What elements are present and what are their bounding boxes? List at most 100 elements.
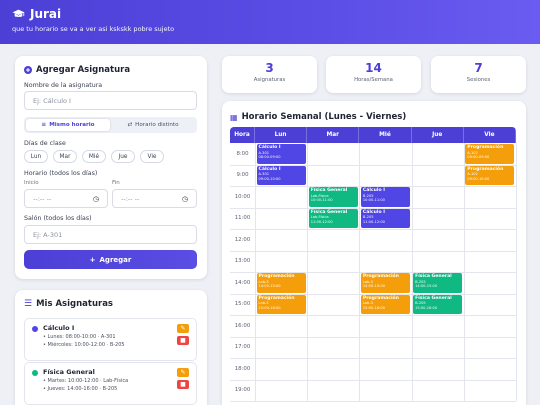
delete-button[interactable]: ■ — [177, 336, 189, 345]
subject-name: Cálculo I — [43, 324, 75, 332]
schedule-title: ▦ Horario Semanal (Lunes - Viernes) — [230, 112, 407, 122]
event-time: 11:00-12:00 — [362, 219, 385, 224]
plus-icon: + — [89, 255, 96, 264]
event-time: 15:00-16:00 — [415, 305, 438, 310]
subject-item: Cálculo I • Lunes: 08:00-10:00 · A-301 •… — [24, 318, 197, 361]
stat-label: Horas/Semana — [354, 77, 393, 83]
event-time: 15:00-16:00 — [362, 305, 385, 310]
trash-icon: ■ — [180, 337, 186, 344]
event-time: 10:00-11:00 — [362, 198, 385, 203]
hour-label: 16:00 — [234, 322, 251, 329]
app-header: Jurai que tu horario se va a ver asi ksk… — [0, 0, 540, 44]
hour-label: 19:00 — [234, 387, 251, 394]
hour-label: 17:00 — [234, 344, 251, 351]
event-time: 09:00-10:00 — [258, 176, 281, 181]
start-label: Inicio — [24, 180, 39, 186]
end-time-input[interactable]: --:-- -- ◷ — [112, 189, 197, 208]
same-schedule-tab[interactable]: ≡ Mismo horario — [26, 119, 110, 131]
schedule-event[interactable]: Cálculo I B-205 11:00-12:00 — [360, 208, 411, 228]
schedule-event[interactable]: Programación Lab-3 14:00-15:00 — [360, 273, 411, 293]
room-label: Salón (todos los días) — [24, 215, 92, 222]
clock-icon: ◷ — [92, 194, 99, 203]
subject-item: Física General • Martes: 10:00-12:00 · L… — [24, 362, 197, 405]
pencil-icon: ✎ — [180, 325, 186, 332]
schedule-event[interactable]: Cálculo I A-301 08:00-09:00 — [256, 144, 306, 164]
brand: Jurai — [12, 7, 61, 21]
schedule-event[interactable]: Programación Lab-3 14:00-15:00 — [256, 273, 306, 293]
event-time: 14:00-15:00 — [362, 284, 385, 289]
event-time: 08:00-09:00 — [467, 155, 490, 160]
days-label: Días de clase — [24, 140, 66, 147]
subject-session: • Jueves: 14:00-16:00 · B-205 — [43, 386, 118, 392]
schedule-event[interactable]: Física General B-205 15:00-16:00 — [413, 294, 463, 314]
stat-sessions: 7 Sesiones — [431, 56, 526, 93]
schedule-event[interactable]: Programación A-102 09:00-10:00 — [465, 165, 515, 185]
hour-label: 11:00 — [234, 215, 251, 222]
schedule-header-row: Hora Lun Mar Mié Jue Vie — [230, 127, 516, 143]
hour-label: 8:00 — [236, 150, 249, 157]
my-subjects-card: ☰ Mis Asignaturas Cálculo I • Lunes: 08:… — [15, 290, 207, 405]
event-time: 14:00-15:00 — [258, 284, 281, 289]
schedule-event[interactable]: Física General Lab-Física 10:00-11:00 — [308, 187, 358, 207]
day-chip-mar[interactable]: Mar — [53, 150, 77, 163]
schedule-mode-toggle: ≡ Mismo horario ⇄ Horario distinto — [24, 117, 197, 133]
stat-label: Sesiones — [466, 77, 491, 83]
clock-icon: ◷ — [181, 194, 188, 203]
subject-session: • Martes: 10:00-12:00 · Lab-Física — [43, 378, 129, 384]
schedule-event[interactable]: Física General B-205 14:00-15:00 — [413, 273, 463, 293]
stat-value: 7 — [474, 61, 483, 75]
edit-button[interactable]: ✎ — [177, 324, 189, 333]
list-icon: ≡ — [41, 122, 47, 128]
start-time-input[interactable]: --:-- -- ◷ — [24, 189, 108, 208]
stat-hours: 14 Horas/Semana — [326, 56, 421, 93]
grid-row-line — [230, 315, 516, 316]
stat-value: 3 — [265, 61, 274, 75]
add-button[interactable]: + Agregar — [24, 250, 197, 269]
weekly-schedule-card: ▦ Horario Semanal (Lunes - Viernes) Hora… — [222, 101, 526, 405]
plus-circle-icon — [24, 66, 32, 74]
event-time: 09:00-10:00 — [467, 176, 490, 181]
room-input[interactable]: Ej: A-301 — [24, 225, 197, 244]
day-chip-lun[interactable]: Lun — [24, 150, 48, 163]
grid-row-line — [230, 401, 516, 402]
graduation-cap-icon — [12, 9, 25, 17]
trash-icon: ■ — [180, 381, 186, 388]
add-subject-title: Agregar Asignatura — [24, 65, 130, 75]
subject-session: • Lunes: 08:00-10:00 · A-301 — [43, 334, 116, 340]
subject-name: Física General — [43, 368, 95, 376]
grid-row-line — [230, 379, 516, 381]
day-chip-jue[interactable]: Jue — [111, 150, 135, 163]
column-header-day: Mar — [307, 127, 360, 143]
column-header-day: Jue — [412, 127, 464, 143]
hour-label: 13:00 — [234, 258, 251, 265]
different-schedule-tab[interactable]: ⇄ Horario distinto — [111, 119, 195, 131]
event-time: 11:00-12:00 — [310, 219, 333, 224]
my-subjects-title: ☰ Mis Asignaturas — [24, 299, 113, 309]
stat-value: 14 — [365, 61, 382, 75]
time-label: Horario (todos los días) — [24, 170, 98, 177]
calendar-icon: ▦ — [230, 112, 238, 122]
schedule-event[interactable]: Programación Lab-3 15:00-16:00 — [360, 294, 411, 314]
add-subject-card: Agregar Asignatura Nombre de la asignatu… — [15, 56, 207, 279]
day-chip-vie[interactable]: Vie — [140, 150, 164, 163]
delete-button[interactable]: ■ — [177, 380, 189, 389]
schedule-event[interactable]: Cálculo I B-205 10:00-11:00 — [360, 187, 411, 207]
schedule-event[interactable]: Cálculo I A-301 09:00-10:00 — [256, 165, 306, 185]
column-header-day: Lun — [255, 127, 308, 143]
subject-session: • Miércoles: 10:00-12:00 · B-205 — [43, 342, 125, 348]
edit-button[interactable]: ✎ — [177, 368, 189, 377]
subject-color-dot — [32, 370, 38, 376]
grid-column-line — [516, 143, 517, 401]
grid-row-line — [230, 358, 516, 359]
hour-label: 14:00 — [234, 279, 251, 286]
hour-label: 12:00 — [234, 236, 251, 243]
column-header-day: Mié — [359, 127, 412, 143]
event-time: 08:00-09:00 — [258, 155, 281, 160]
schedule-event[interactable]: Programación Lab-3 15:00-16:00 — [256, 294, 306, 314]
schedule-event[interactable]: Programación A-102 08:00-09:00 — [465, 144, 515, 164]
subject-name-input[interactable]: Ej: Cálculo I — [24, 91, 197, 110]
stat-label: Asignaturas — [253, 77, 286, 83]
grid-row-line — [230, 250, 516, 252]
schedule-event[interactable]: Física General Lab-Física 11:00-12:00 — [308, 208, 358, 228]
day-chip-mie[interactable]: Mié — [82, 150, 106, 163]
